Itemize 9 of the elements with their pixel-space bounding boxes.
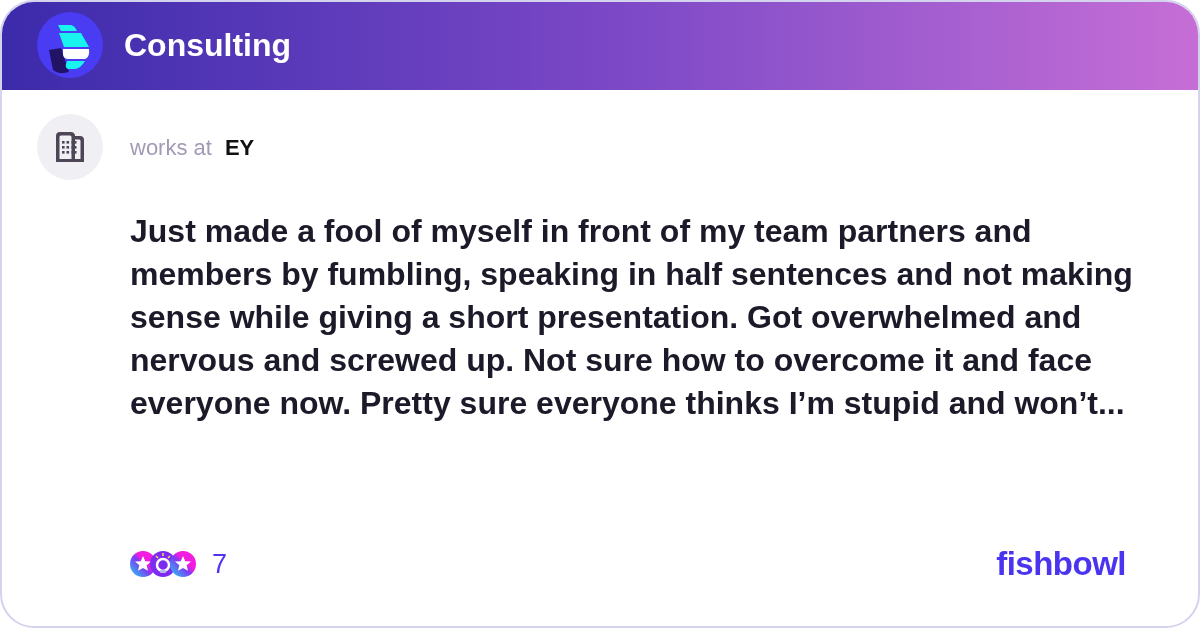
brand-logo: fishbowl: [996, 544, 1126, 585]
company-name: EY: [224, 133, 255, 162]
community-title: Consulting: [124, 29, 292, 61]
app-logo-icon: [37, 12, 103, 78]
reaction-count: 7: [212, 547, 228, 581]
post-text: Just made a fool of myself in front of my team partners and members by fumbling, speaking in half sentences and not making sense while giving a short presentation. Got overwhelmed and nervous and screwed up. Not sure how to overcome it and face everyone now. Pretty sure everyone thinks I’m stupid and won’t...: [130, 212, 1134, 423]
works-at-label: works at: [130, 133, 212, 162]
star-badge-icon: [170, 551, 196, 577]
building-icon: [37, 114, 103, 180]
